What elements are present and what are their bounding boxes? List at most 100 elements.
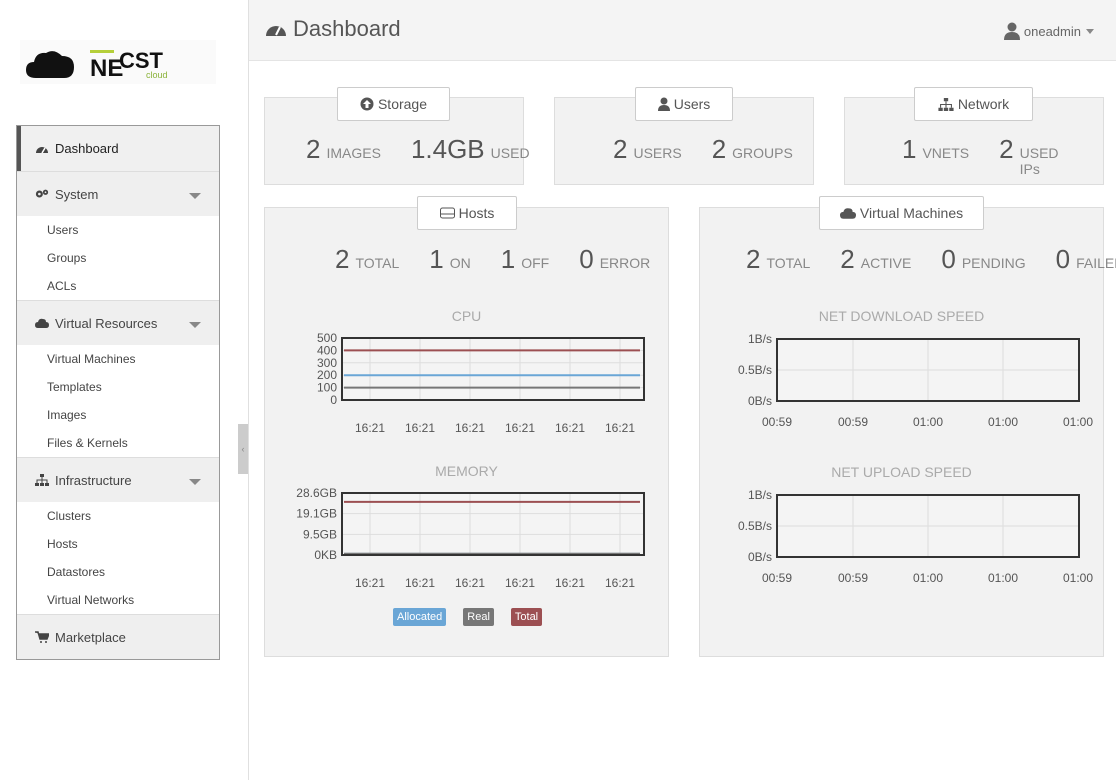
stat-value: 2	[613, 134, 628, 164]
x-tick-label: 01:00	[913, 415, 943, 429]
sidebar-item-dashboard[interactable]: Dashboard	[17, 126, 219, 171]
vms-stats: 2 TOTAL 2 ACTIVE 0 PENDING 0 FAILED	[746, 244, 1116, 275]
sidebar-item-files-kernels[interactable]: Files & Kernels	[17, 429, 219, 457]
legend-allocated: Allocated	[393, 608, 447, 626]
y-tick-label: 0.5B/s	[738, 363, 772, 377]
sidebar-item-users[interactable]: Users	[17, 216, 219, 244]
stat-hosts-off: 1 OFF	[501, 244, 549, 275]
stat-value: 0	[1055, 244, 1071, 274]
cart-icon	[35, 631, 49, 643]
button-label: Virtual Machines	[859, 205, 964, 221]
stat-label: USED IPs	[1019, 145, 1059, 177]
x-tick-label: 01:00	[988, 571, 1018, 585]
sitemap-icon	[938, 97, 954, 111]
sidebar-item-label: Marketplace	[55, 629, 126, 645]
chevron-down-icon	[189, 193, 201, 199]
x-tick-label: 01:00	[1063, 415, 1093, 429]
hosts-legend: Allocated Real Total	[393, 608, 559, 626]
x-tick-label: 16:21	[605, 576, 635, 589]
y-tick-label: 0B/s	[748, 550, 772, 564]
stat-label: IMAGES	[326, 145, 381, 161]
stat-label: GROUPS	[732, 145, 793, 161]
sidebar-collapse-handle[interactable]: ‹	[238, 424, 248, 474]
x-tick-label: 16:21	[505, 576, 535, 589]
x-tick-label: 01:00	[988, 415, 1018, 429]
user-icon	[657, 97, 670, 111]
stat-label: TOTAL	[355, 255, 400, 271]
cpu-chart-title: CPU	[451, 308, 482, 324]
sidebar-item-marketplace[interactable]: Marketplace	[17, 614, 219, 659]
hdd-icon	[439, 207, 455, 219]
stat-label: USERS	[633, 145, 682, 161]
chevron-down-icon	[189, 322, 201, 328]
hosts-button[interactable]: Hosts	[417, 196, 517, 230]
stat-hosts-error: 0 ERROR	[579, 244, 650, 275]
x-tick-label: 16:21	[355, 576, 385, 589]
x-tick-label: 01:00	[1063, 571, 1093, 585]
x-tick-label: 16:21	[455, 421, 485, 434]
x-tick-label: 16:21	[605, 421, 635, 434]
sidebar-item-templates[interactable]: Templates	[17, 373, 219, 401]
x-tick-label: 16:21	[555, 421, 585, 434]
stat-label: VNETS	[922, 145, 970, 161]
stat-label: PENDING	[961, 255, 1026, 271]
stat-value: 2	[840, 244, 855, 274]
stat-vms-failed: 0 FAILED	[1056, 244, 1116, 275]
y-tick-label: 28.6GB	[296, 486, 337, 500]
hosts-panel: 2 TOTAL 1 ON 1 OFF 0 ERROR CPU 500 400 300 200 1…	[264, 207, 669, 657]
memory-chart: 28.6GB 19.1GB 9.5GB 0KB 16:21 16:21 16:21 16:21…	[296, 486, 645, 589]
virtual-machines-button[interactable]: Virtual Machines	[819, 196, 984, 230]
x-tick-label: 16:21	[455, 576, 485, 589]
stat-vnets: 1 VNETS	[902, 134, 969, 165]
logo[interactable]: NE CST cloud	[20, 40, 216, 84]
x-tick-label: 16:21	[355, 421, 385, 434]
stat-value: 0	[941, 244, 956, 274]
network-button[interactable]: Network	[914, 87, 1033, 121]
button-label: Users	[673, 96, 711, 112]
chevron-down-icon	[1086, 28, 1094, 34]
sidebar-section-infrastructure[interactable]: Infrastructure	[17, 457, 219, 502]
sidebar-section-virtual-resources[interactable]: Virtual Resources	[17, 300, 219, 345]
sidebar-item-virtual-networks[interactable]: Virtual Networks	[17, 586, 219, 614]
button-label: Hosts	[458, 205, 495, 221]
y-tick-label: 0KB	[314, 548, 337, 562]
sidebar-item-acls[interactable]: ACLs	[17, 272, 219, 300]
cloud-icon	[839, 208, 856, 219]
stat-value: 1	[429, 244, 444, 274]
stat-value: 0	[579, 244, 594, 274]
y-tick-label: 1B/s	[748, 488, 772, 502]
sidebar-section-label: Virtual Resources	[55, 315, 158, 331]
x-tick-label: 01:00	[913, 571, 943, 585]
sidebar-section-system[interactable]: System	[17, 171, 219, 216]
sidebar-item-hosts[interactable]: Hosts	[17, 530, 219, 558]
user-menu[interactable]: oneadmin	[1003, 22, 1094, 40]
cpu-chart: 500400300200100016:21 16:21 16:21 16:21 16:2…	[317, 331, 645, 434]
stat-label: ACTIVE	[860, 255, 912, 271]
stat-value: 2	[711, 134, 727, 164]
memory-chart-title: MEMORY	[435, 463, 498, 479]
storage-button[interactable]: Storage	[337, 87, 450, 121]
sidebar: NE CST cloud Dashboard System Users Grou…	[0, 0, 238, 780]
stat-vms-pending: 0 PENDING	[941, 244, 1025, 275]
x-tick-label: 16:21	[505, 421, 535, 434]
y-tick-label: 19.1GB	[296, 507, 337, 521]
stat-label: TOTAL	[766, 255, 811, 271]
sidebar-item-label: Dashboard	[55, 141, 119, 156]
users-stats: 2 USERS 2 GROUPS	[613, 134, 823, 165]
sidebar-item-clusters[interactable]: Clusters	[17, 502, 219, 530]
x-tick-label: 16:21	[555, 576, 585, 589]
sidebar-menu: Dashboard System Users Groups ACLs Virtu…	[16, 125, 220, 660]
stat-value: 2	[335, 244, 350, 274]
legend-real: Real	[463, 608, 494, 626]
sidebar-item-datastores[interactable]: Datastores	[17, 558, 219, 586]
stat-images: 2 IMAGES	[306, 134, 381, 165]
sidebar-item-groups[interactable]: Groups	[17, 244, 219, 272]
users-button[interactable]: Users	[635, 87, 733, 121]
x-tick-label: 16:21	[405, 576, 435, 589]
vms-panel: 2 TOTAL 2 ACTIVE 0 PENDING 0 FAILED NET DOWN…	[699, 207, 1116, 657]
sidebar-item-images[interactable]: Images	[17, 401, 219, 429]
stat-label: ON	[449, 255, 471, 271]
storage-stats: 2 IMAGES 1.4GB USED	[306, 134, 560, 165]
sidebar-item-virtual-machines[interactable]: Virtual Machines	[17, 345, 219, 373]
stat-vms-total: 2 TOTAL	[746, 244, 810, 275]
